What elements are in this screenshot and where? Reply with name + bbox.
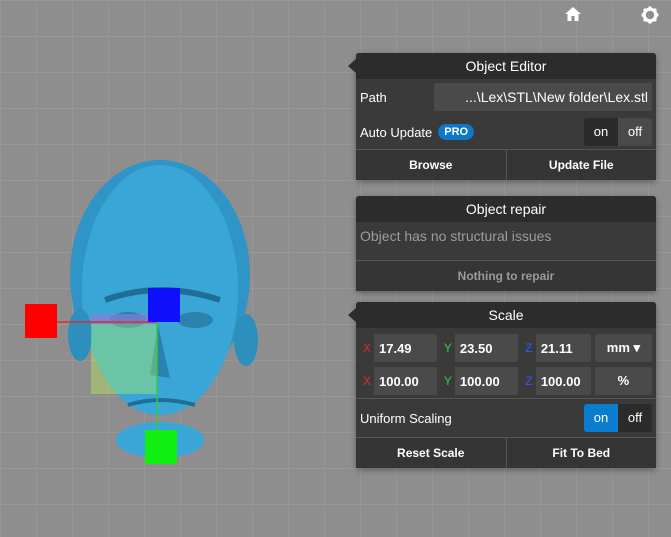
- uniform-scaling-label: Uniform Scaling: [360, 410, 452, 426]
- axis-y-label: Y: [440, 367, 455, 395]
- object-editor-title: Object Editor: [356, 53, 656, 79]
- auto-update-on[interactable]: on: [584, 118, 618, 146]
- uniform-scaling-on[interactable]: on: [584, 404, 618, 432]
- home-icon[interactable]: [563, 6, 583, 24]
- scale-panel: Scale X 17.49 Y 23.50 Z 21.11 mm ▾ X 100…: [348, 302, 656, 468]
- percent-unit: %: [594, 367, 653, 395]
- axis-x-label: X: [360, 367, 374, 395]
- fit-to-bed-button[interactable]: Fit To Bed: [505, 438, 656, 468]
- object-editor-panel: Object Editor Path ...\Lex\STL\New folde…: [348, 53, 656, 180]
- repair-status: Object has no structural issues: [360, 228, 552, 244]
- uniform-scaling-off[interactable]: off: [618, 404, 652, 432]
- axis-x-label: X: [360, 334, 374, 362]
- path-label: Path: [360, 89, 387, 105]
- gear-icon[interactable]: [640, 6, 660, 24]
- auto-update-toggle[interactable]: on off: [584, 118, 652, 146]
- pct-z-field[interactable]: Z 100.00: [521, 367, 591, 395]
- size-x-field[interactable]: X 17.49: [360, 334, 437, 362]
- auto-update-label: Auto Update: [360, 124, 433, 140]
- update-file-button[interactable]: Update File: [505, 150, 656, 180]
- auto-update-off[interactable]: off: [618, 118, 652, 146]
- pct-x-field[interactable]: X 100.00: [360, 367, 437, 395]
- uniform-scaling-toggle[interactable]: on off: [584, 404, 652, 432]
- pct-y-field[interactable]: Y 100.00: [440, 367, 518, 395]
- axis-y-label: Y: [440, 334, 455, 362]
- axis-z-label: Z: [521, 334, 536, 362]
- browse-button[interactable]: Browse: [356, 150, 506, 180]
- gizmo-z-handle[interactable]: [148, 288, 180, 322]
- gizmo-x-handle[interactable]: [25, 304, 57, 338]
- gizmo-y-handle[interactable]: [145, 430, 177, 464]
- reset-scale-button[interactable]: Reset Scale: [356, 438, 506, 468]
- size-y-field[interactable]: Y 23.50: [440, 334, 518, 362]
- axis-z-label: Z: [521, 367, 536, 395]
- object-repair-panel: Object repair Object has no structural i…: [356, 196, 656, 291]
- nothing-to-repair-button: Nothing to repair: [356, 261, 656, 291]
- transform-gizmo[interactable]: [25, 288, 180, 464]
- path-field[interactable]: ...\Lex\STL\New folder\Lex.stl: [434, 83, 652, 111]
- chevron-down-icon: ▾: [633, 340, 641, 355]
- size-z-field[interactable]: Z 21.11: [521, 334, 591, 362]
- pro-badge: PRO: [438, 124, 475, 140]
- unit-dropdown[interactable]: mm ▾: [594, 334, 653, 362]
- scale-title: Scale: [356, 302, 656, 328]
- object-repair-title: Object repair: [356, 196, 656, 222]
